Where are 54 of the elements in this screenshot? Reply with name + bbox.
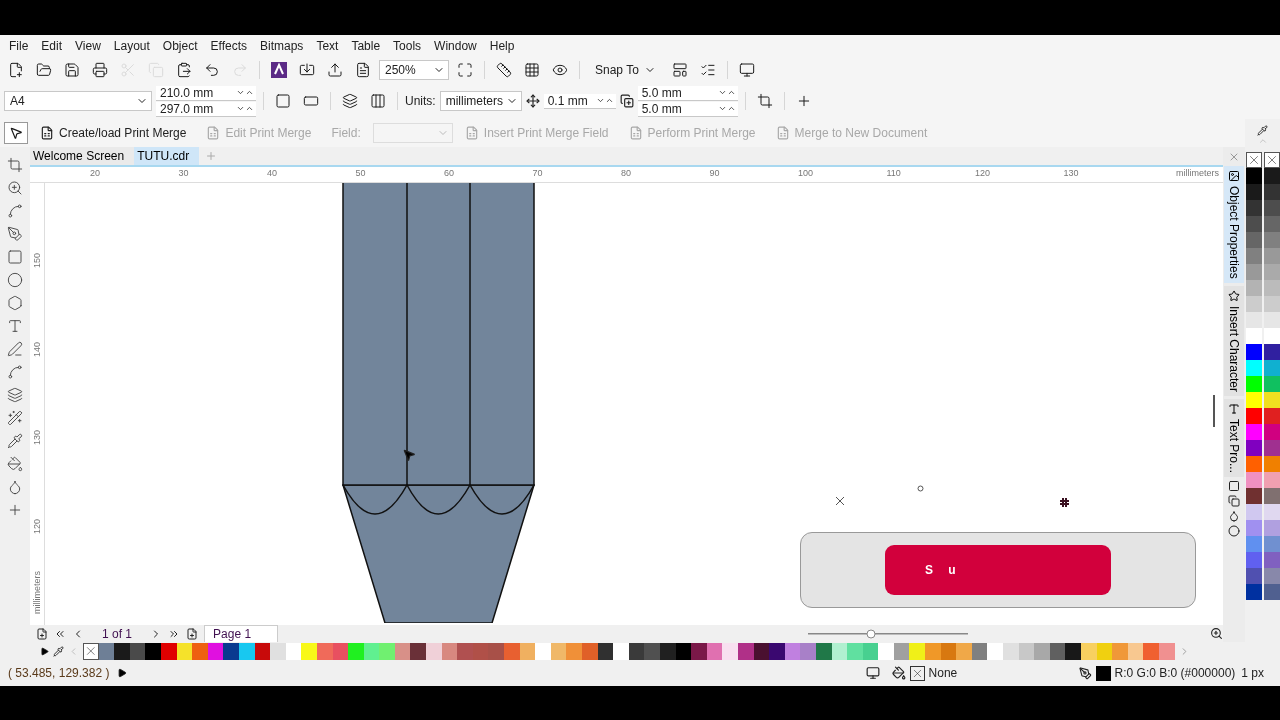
page-count: 1 of 1 [101, 626, 134, 641]
ruler-label: 70 [532, 168, 543, 178]
ruler-label: 150 [32, 253, 42, 269]
zoom-field[interactable]: 250% [379, 60, 449, 80]
duplicate-y-field[interactable]: 5.0 mm [637, 101, 738, 117]
ruler-label: 90 [709, 168, 720, 178]
ruler-label: 110 [886, 168, 901, 178]
menu-item[interactable]: View [70, 39, 109, 53]
menu-item[interactable]: Table [346, 39, 389, 53]
ruler-label: 40 [267, 168, 277, 178]
ruler-label: 140 [32, 341, 42, 357]
docker-tab[interactable]: Insert Character [1224, 285, 1244, 396]
ruler-unit: millimeters [32, 571, 42, 614]
duplicate-x-field[interactable]: 5.0 mm [637, 85, 738, 101]
document-tab[interactable]: TUTU.cdr [134, 147, 200, 165]
page-tab[interactable]: Page 1 [204, 625, 279, 642]
cursor-coordinates: ( 53.485, 129.382 ) [8, 666, 110, 680]
menu-item[interactable]: Effects [205, 39, 255, 53]
menu-item[interactable]: Bitmaps [255, 39, 312, 53]
print-merge-button[interactable]: Create/load Print Merge [32, 126, 195, 140]
document-tab[interactable]: Welcome Screen [30, 147, 135, 165]
ruler-label: 20 [90, 168, 100, 178]
ruler-label: 100 [798, 168, 814, 178]
menu-item[interactable]: Window [429, 39, 485, 53]
menu-item[interactable]: Edit [36, 39, 71, 53]
outline-width: 1 px [1241, 666, 1264, 680]
menu-item[interactable]: Text [311, 39, 347, 53]
page-width-field[interactable]: 210.0 mm [156, 85, 256, 101]
page-size-field[interactable]: A4 [4, 91, 152, 111]
ruler-label: 50 [355, 168, 366, 178]
page-height-field[interactable]: 297.0 mm [156, 101, 256, 117]
nudge-field[interactable]: 0.1 mm [543, 93, 616, 109]
outline-status: R:0 G:0 B:0 (#000000) [1114, 666, 1236, 680]
units-field[interactable]: millimeters [439, 91, 522, 111]
ruler-label: 130 [32, 430, 42, 446]
ruler-label: 120 [32, 518, 42, 534]
menu-item[interactable]: Layout [108, 39, 158, 53]
subscribe-button[interactable]: S u [885, 545, 1111, 595]
docker-tab[interactable]: Text Pro... [1224, 398, 1244, 477]
menu-item[interactable]: Help [484, 39, 523, 53]
ruler-label: 130 [1063, 168, 1079, 178]
ruler-label: 120 [975, 168, 991, 178]
docker-tab[interactable]: Object Properties [1224, 166, 1244, 283]
fill-status: None [928, 666, 959, 680]
units-label: Units: [405, 94, 436, 108]
ruler-label: 80 [621, 168, 631, 178]
menu-item[interactable]: File [4, 39, 37, 53]
menu-item[interactable]: Tools [388, 39, 430, 53]
ruler-unit: millimeters [1176, 168, 1219, 178]
field-label: Field: [323, 126, 369, 140]
ruler-label: 30 [178, 168, 189, 178]
snap-to-button[interactable]: Snap To [587, 63, 664, 77]
ruler-label: 60 [444, 168, 454, 178]
menu-item[interactable]: Object [157, 39, 206, 53]
